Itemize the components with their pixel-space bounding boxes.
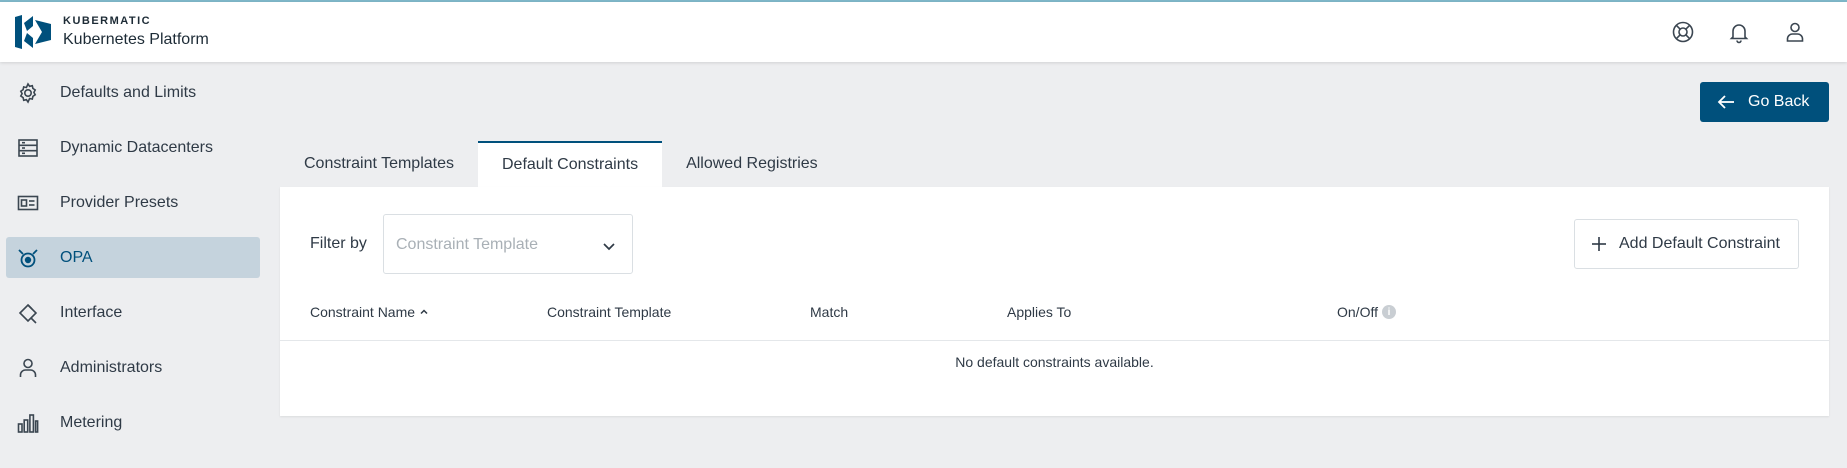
column-header-label: Constraint Template (547, 304, 672, 320)
arrow-left-icon (1717, 95, 1734, 109)
opa-icon (16, 246, 40, 270)
brand-product: Kubernetes Platform (63, 30, 209, 48)
sidebar: Defaults and Limits Dynamic Datacenters … (0, 72, 262, 457)
column-header-label: Match (810, 304, 849, 320)
default-constraints-panel: Filter by Constraint Template Add Defaul… (280, 187, 1829, 416)
sidebar-item-label: Provider Presets (60, 193, 179, 211)
bar-chart-icon (16, 411, 40, 435)
column-header-match: Match (810, 304, 848, 320)
constraint-template-select[interactable]: Constraint Template (383, 214, 633, 274)
person-icon (16, 356, 40, 380)
sidebar-item-interface[interactable]: Interface (6, 292, 260, 333)
select-placeholder: Constraint Template (396, 236, 538, 253)
account-icon[interactable] (1783, 20, 1807, 44)
info-icon[interactable]: i (1381, 305, 1396, 319)
column-header-label: Constraint Name (310, 304, 416, 320)
sidebar-item-label: Metering (60, 413, 123, 431)
tab-default-constraints[interactable]: Default Constraints (478, 141, 663, 187)
sidebar-item-metering[interactable]: Metering (6, 402, 260, 443)
go-back-label: Go Back (1748, 93, 1810, 110)
notifications-icon[interactable] (1727, 20, 1751, 44)
sidebar-item-label: Defaults and Limits (60, 83, 197, 101)
column-header-constraint-template: Constraint Template (547, 304, 671, 320)
sidebar-item-label: OPA (60, 248, 93, 266)
sort-ascending-icon (420, 309, 428, 315)
kubermatic-logo-icon (15, 15, 51, 49)
interface-icon (16, 301, 40, 325)
sidebar-item-defaults-and-limits[interactable]: Defaults and Limits (6, 72, 260, 113)
tab-constraint-templates[interactable]: Constraint Templates (280, 141, 478, 187)
brand[interactable]: KUBERMATIC Kubernetes Platform (15, 15, 209, 50)
sidebar-item-provider-presets[interactable]: Provider Presets (6, 182, 260, 223)
add-default-constraint-label: Add Default Constraint (1619, 235, 1780, 252)
sidebar-item-dynamic-datacenters[interactable]: Dynamic Datacenters (6, 127, 260, 168)
header-divider (280, 340, 1829, 341)
column-header-label: Applies To (1007, 304, 1072, 320)
column-header-constraint-name[interactable]: Constraint Name (310, 304, 430, 320)
tab-bar: Constraint Templates Default Constraints… (280, 141, 842, 187)
gear-icon (16, 81, 40, 105)
filter-label: Filter by (310, 235, 367, 252)
sidebar-item-label: Administrators (60, 358, 163, 376)
empty-state-message: No default constraints available. (955, 354, 1154, 370)
brand-company: KUBERMATIC (63, 14, 152, 27)
sidebar-item-label: Dynamic Datacenters (60, 138, 213, 156)
preset-card-icon (16, 191, 40, 215)
column-header-on-off: On/Off i (1337, 304, 1396, 320)
sidebar-item-administrators[interactable]: Administrators (6, 347, 260, 388)
column-header-applies-to: Applies To (1007, 304, 1071, 320)
tab-allowed-registries[interactable]: Allowed Registries (662, 141, 842, 187)
datacenter-list-icon (16, 136, 40, 160)
app-header: KUBERMATIC Kubernetes Platform (0, 2, 1847, 62)
chevron-down-icon (603, 243, 615, 251)
column-header-label: On/Off (1337, 304, 1378, 320)
sidebar-item-opa[interactable]: OPA (6, 237, 260, 278)
plus-icon (1592, 237, 1606, 251)
help-icon[interactable] (1671, 20, 1695, 44)
go-back-button[interactable]: Go Back (1700, 82, 1829, 122)
add-default-constraint-button[interactable]: Add Default Constraint (1574, 219, 1799, 269)
sidebar-item-label: Interface (60, 303, 123, 321)
